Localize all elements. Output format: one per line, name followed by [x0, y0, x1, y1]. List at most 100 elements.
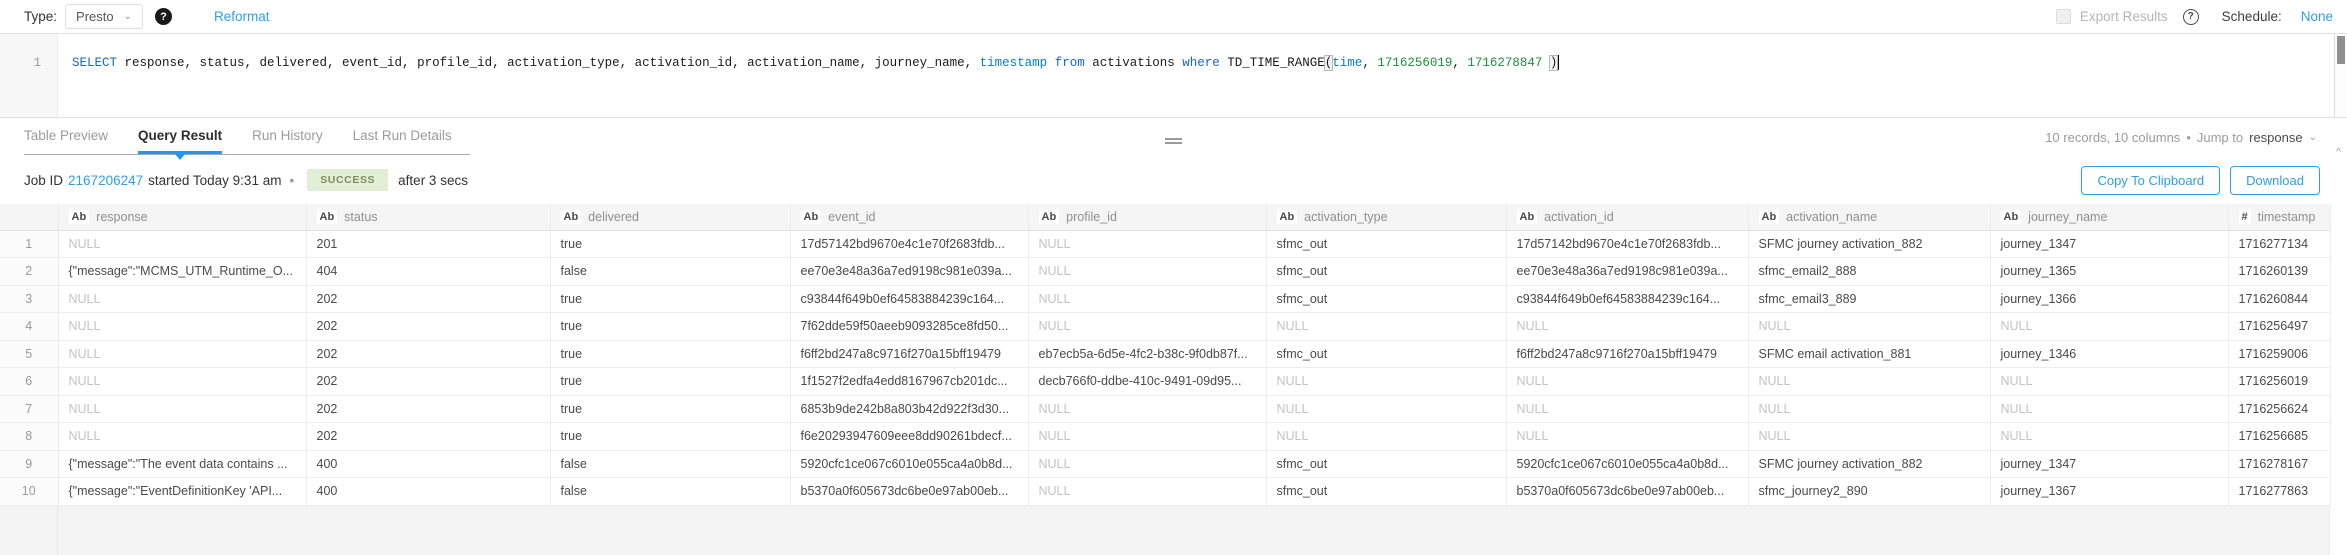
text-type-icon: Ab [317, 210, 338, 224]
bullet: • [2186, 130, 2191, 145]
download-button[interactable]: Download [2230, 166, 2320, 195]
text-type-icon: Ab [1039, 210, 1060, 224]
cell-event_id: 1f1527f2edfa4edd8167967cb201dc... [790, 368, 1028, 396]
cell-profile_id: NULL [1028, 395, 1266, 423]
cell-delivered: true [550, 423, 790, 451]
schedule-value-link[interactable]: None [2301, 9, 2333, 24]
sql-token: ) [1550, 56, 1558, 70]
column-header-activation_id: Abactivation_id [1506, 204, 1748, 230]
cell-response: NULL [58, 340, 306, 368]
column-label: event_id [828, 210, 875, 224]
cell-event_id: 17d57142bd9670e4c1e70f2683fdb... [790, 230, 1028, 258]
table-row: 4NULL202true7f62dde59f50aeeb9093285ce8fd… [0, 313, 2330, 341]
cell-journey_name: journey_1346 [1990, 340, 2228, 368]
jump-to-value[interactable]: response [2249, 130, 2302, 145]
cell-event_id: c93844f649b0ef64583884239c164... [790, 285, 1028, 313]
editor-scrollbar-thumb[interactable] [2337, 36, 2345, 64]
cell-timestamp: 1716256624 [2228, 395, 2330, 423]
column-header-event_id: Abevent_id [790, 204, 1028, 230]
cell-activation_type: sfmc_out [1266, 478, 1506, 506]
row-number: 4 [0, 313, 58, 341]
cell-activation_name: SFMC email activation_881 [1748, 340, 1990, 368]
pane-resize-handle[interactable] [1165, 138, 1182, 146]
cell-activation_name: SFMC journey activation_882 [1748, 450, 1990, 478]
cell-journey_name: journey_1367 [1990, 478, 2228, 506]
cell-activation_type: NULL [1266, 423, 1506, 451]
job-id-link[interactable]: 2167206247 [68, 173, 143, 188]
editor-scrollbar[interactable] [2334, 34, 2347, 117]
result-meta: 10 records, 10 columns • Jump to respons… [2045, 130, 2317, 145]
cell-profile_id: NULL [1028, 313, 1266, 341]
query-result-table: AbresponseAbstatusAbdeliveredAbevent_idA… [0, 204, 2331, 506]
cell-journey_name: NULL [1990, 368, 2228, 396]
cell-activation_id: 5920cfc1ce067c6010e055ca4a0b8d... [1506, 450, 1748, 478]
job-status-bar: Job ID 2167206247 started Today 9:31 am … [0, 156, 2347, 204]
cell-event_id: 5920cfc1ce067c6010e055ca4a0b8d... [790, 450, 1028, 478]
cell-timestamp: 1716259006 [2228, 340, 2330, 368]
sql-token: 1716256019 [1377, 56, 1452, 70]
cell-response: NULL [58, 285, 306, 313]
text-type-icon: Ab [2001, 210, 2022, 224]
tab-run-history[interactable]: Run History [252, 128, 323, 154]
query-editor-page: Type: Presto ⌄ ? Reformat Export Results… [0, 0, 2347, 555]
collapse-chevron-icon[interactable]: ^ [2336, 147, 2341, 158]
cell-profile_id: decb766f0-ddbe-410c-9491-09d95... [1028, 368, 1266, 396]
cell-response: NULL [58, 313, 306, 341]
export-results-checkbox[interactable] [2056, 9, 2071, 24]
header-row: AbresponseAbstatusAbdeliveredAbevent_idA… [0, 204, 2330, 230]
cell-activation_id: ee70e3e48a36a7ed9198c981e039a... [1506, 258, 1748, 286]
type-label: Type: [24, 9, 57, 24]
cell-status: 202 [306, 395, 550, 423]
copy-to-clipboard-button[interactable]: Copy To Clipboard [2081, 166, 2220, 195]
row-number-header [0, 204, 58, 230]
cell-activation_type: sfmc_out [1266, 258, 1506, 286]
status-badge: SUCCESS [307, 169, 388, 191]
row-number: 7 [0, 395, 58, 423]
cell-status: 202 [306, 313, 550, 341]
column-header-activation_type: Abactivation_type [1266, 204, 1506, 230]
sql-token: timestamp [980, 56, 1048, 70]
cell-activation_name: NULL [1748, 395, 1990, 423]
cell-activation_type: NULL [1266, 313, 1506, 341]
column-header-timestamp: #timestamp [2228, 204, 2330, 230]
cell-timestamp: 1716260844 [2228, 285, 2330, 313]
cell-activation_name: NULL [1748, 368, 1990, 396]
cell-profile_id: NULL [1028, 478, 1266, 506]
row-number: 3 [0, 285, 58, 313]
query-type-select[interactable]: Presto ⌄ [65, 4, 143, 29]
cell-activation_id: 17d57142bd9670e4c1e70f2683fdb... [1506, 230, 1748, 258]
jump-to-chevron-icon[interactable]: ⌄ [2309, 132, 2317, 143]
tab-table-preview[interactable]: Table Preview [24, 128, 108, 154]
tab-last-run-details[interactable]: Last Run Details [353, 128, 452, 154]
cell-timestamp: 1716278167 [2228, 450, 2330, 478]
line-number: 1 [33, 56, 41, 70]
text-type-icon: Ab [1759, 210, 1780, 224]
sql-token: SELECT [72, 56, 117, 70]
column-header-response: Abresponse [58, 204, 306, 230]
cell-timestamp: 1716256019 [2228, 368, 2330, 396]
reformat-link[interactable]: Reformat [214, 9, 270, 24]
sql-line[interactable]: SELECT response, status, delivered, even… [72, 55, 2327, 70]
table-row: 8NULL202truef6e20293947609eee8dd90261bde… [0, 423, 2330, 451]
cell-status: 202 [306, 423, 550, 451]
cell-activation_id: NULL [1506, 313, 1748, 341]
column-header-status: Abstatus [306, 204, 550, 230]
cell-event_id: f6ff2bd247a8c9716f270a15bff19479 [790, 340, 1028, 368]
help-icon[interactable]: ? [155, 8, 172, 25]
text-type-icon: Ab [561, 210, 582, 224]
query-result-table-wrap: AbresponseAbstatusAbdeliveredAbevent_idA… [0, 204, 2347, 555]
tab-query-result[interactable]: Query Result [138, 128, 222, 154]
cell-activation_id: NULL [1506, 368, 1748, 396]
cell-activation_type: NULL [1266, 395, 1506, 423]
cell-delivered: false [550, 258, 790, 286]
cell-response: {"message":"MCMS_UTM_Runtime_O... [58, 258, 306, 286]
cell-activation_id: NULL [1506, 423, 1748, 451]
cell-event_id: 7f62dde59f50aeeb9093285ce8fd50... [790, 313, 1028, 341]
sql-editor[interactable]: 1 SELECT response, status, delivered, ev… [0, 34, 2347, 118]
table-row: 6NULL202true1f1527f2edfa4edd8167967cb201… [0, 368, 2330, 396]
cell-delivered: true [550, 230, 790, 258]
export-help-icon[interactable]: ? [2183, 9, 2199, 25]
table-row: 5NULL202truef6ff2bd247a8c9716f270a15bff1… [0, 340, 2330, 368]
cell-response: NULL [58, 230, 306, 258]
cell-activation_type: sfmc_out [1266, 340, 1506, 368]
